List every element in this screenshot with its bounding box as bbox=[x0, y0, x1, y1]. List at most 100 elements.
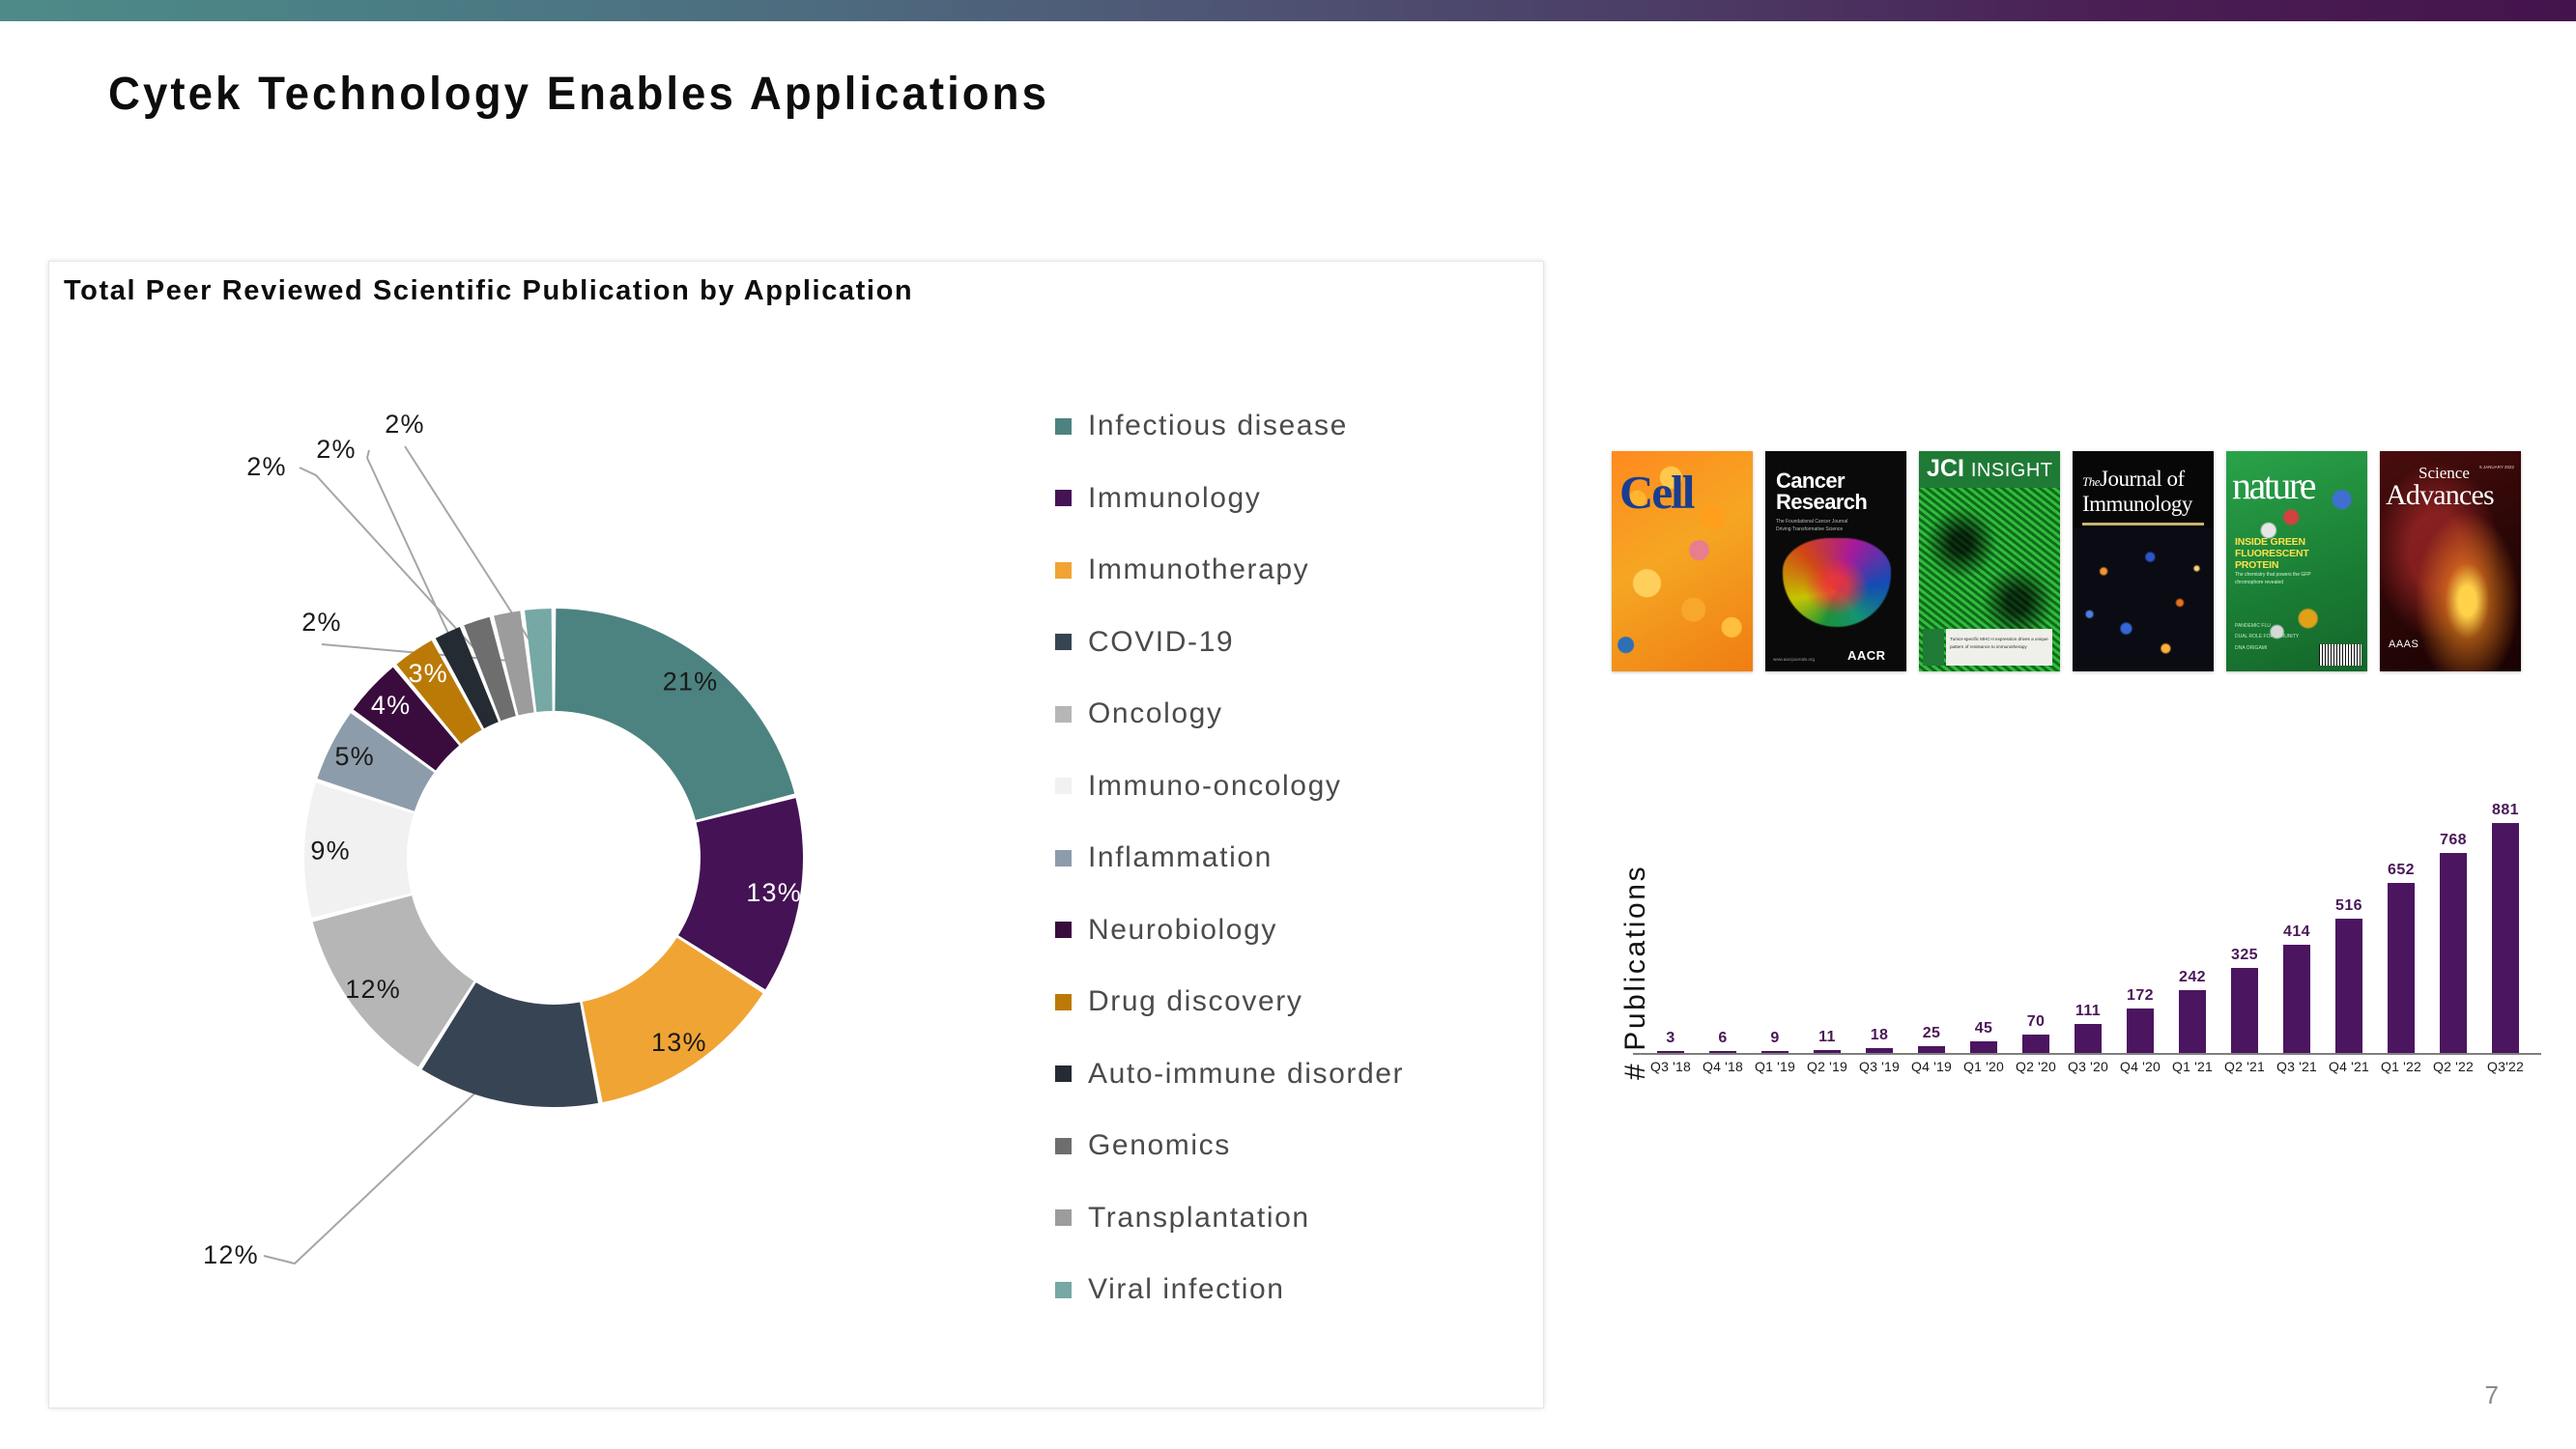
bar-x-tick-label: Q3 '21 bbox=[2275, 1059, 2317, 1074]
bar-column[interactable]: 881 bbox=[2491, 802, 2520, 1053]
legend-item[interactable]: Transplantation bbox=[1055, 1182, 1519, 1255]
bar-x-tick-label: Q4 '18 bbox=[1702, 1059, 1743, 1074]
pie-slice-label: 12% bbox=[203, 1240, 259, 1269]
cover-kicker-sub-nature: The chemistry that powers the GFP chromo… bbox=[2235, 572, 2311, 585]
bar-column[interactable]: 325 bbox=[2230, 947, 2259, 1053]
legend-item[interactable]: Infectious disease bbox=[1055, 390, 1519, 463]
legend-item-label: COVID-19 bbox=[1088, 625, 1235, 658]
bar-column[interactable]: 11 bbox=[1813, 1029, 1842, 1053]
bar-column[interactable]: 45 bbox=[1969, 1019, 1998, 1053]
legend-item[interactable]: Immunology bbox=[1055, 463, 1519, 535]
bar-value-label: 325 bbox=[2231, 947, 2258, 964]
cover-title-jci: JCI INSIGHT bbox=[1927, 457, 2052, 481]
cover-publisher-aacr: AACR bbox=[1847, 648, 1886, 663]
legend-item[interactable]: Genomics bbox=[1055, 1110, 1519, 1182]
legend-item[interactable]: Viral infection bbox=[1055, 1254, 1519, 1326]
bar-rect bbox=[1917, 1046, 1946, 1053]
pie-slice-label: 5% bbox=[334, 742, 374, 771]
legend-item[interactable]: Drug discovery bbox=[1055, 966, 1519, 1038]
legend-item-label: Neurobiology bbox=[1088, 913, 1277, 946]
bar-column[interactable]: 172 bbox=[2126, 987, 2155, 1053]
pie-chart-title: Total Peer Reviewed Scientific Publicati… bbox=[64, 275, 914, 306]
cover-lowlines-nature: PANDEMIC FLU DUAL ROLE FOR IMMUNITY DNA … bbox=[2235, 621, 2299, 655]
legend-item-label: Immunology bbox=[1088, 481, 1262, 514]
bar-column[interactable]: 9 bbox=[1760, 1030, 1789, 1053]
bar-chart-x-axis-ticks: Q3 '18 Q4 '18 Q1 '19 Q2 '19 Q3 '19 Q4 '19 Q1 '… bbox=[1645, 1059, 2532, 1088]
legend-item-label: Drug discovery bbox=[1088, 985, 1303, 1018]
cover-artwork-cancer-research bbox=[1783, 538, 1891, 627]
bar-x-tick-label: Q2 '22 bbox=[2432, 1059, 2474, 1074]
bar-x-tick-label: Q1 '21 bbox=[2171, 1059, 2213, 1074]
bar-x-tick-label: Q4 '21 bbox=[2328, 1059, 2369, 1074]
bar-column[interactable]: 242 bbox=[2178, 969, 2207, 1053]
bar-x-tick-label: Q3 '19 bbox=[1858, 1059, 1900, 1074]
bar-x-tick-label: Q4 '20 bbox=[2119, 1059, 2161, 1074]
pie-slice-label: 3% bbox=[408, 659, 447, 688]
cover-caption-text-jci: Tumor-specific MHC-II expression drives … bbox=[1950, 637, 2048, 649]
bar-column[interactable]: 3 bbox=[1656, 1030, 1685, 1053]
cover-title-science-advances: Science Advances bbox=[2386, 465, 2495, 510]
legend-item[interactable]: Inflammation bbox=[1055, 822, 1519, 895]
legend-swatch-icon bbox=[1055, 778, 1072, 795]
legend-item[interactable]: COVID-19 bbox=[1055, 607, 1519, 679]
bar-column[interactable]: 6 bbox=[1708, 1030, 1737, 1053]
legend-item[interactable]: Auto-immune disorder bbox=[1055, 1038, 1519, 1111]
legend-item[interactable]: Immuno-oncology bbox=[1055, 751, 1519, 823]
legend-swatch-icon bbox=[1055, 1137, 1072, 1154]
bar-value-label: 45 bbox=[1974, 1019, 1993, 1037]
bar-rect bbox=[2387, 882, 2416, 1053]
journal-cover-jci-insight: JCI INSIGHT Tumor-specific MHC-II expres… bbox=[1919, 451, 2060, 671]
cover-kicker-nature: INSIDE GREEN FLUORESCENT PROTEIN bbox=[2235, 536, 2309, 571]
journal-cover-cancer-research: Cancer Research The Foundational Cancer … bbox=[1765, 451, 1906, 671]
bar-column[interactable]: 652 bbox=[2387, 861, 2416, 1053]
bar-chart-x-axis-line bbox=[1633, 1053, 2541, 1055]
bar-value-label: 652 bbox=[2388, 861, 2415, 878]
bar-column[interactable]: 516 bbox=[2334, 897, 2363, 1053]
legend-swatch-icon bbox=[1055, 1281, 1072, 1298]
cover-kicker-line3: PROTEIN bbox=[2235, 559, 2279, 572]
cover-subtitle-cancer-research: The Foundational Cancer Journal Driving … bbox=[1776, 519, 1848, 532]
cover-title-line2: Research bbox=[1776, 490, 1868, 514]
legend-swatch-icon bbox=[1055, 922, 1072, 939]
legend-item[interactable]: Neurobiology bbox=[1055, 895, 1519, 967]
bar-column[interactable]: 70 bbox=[2021, 1013, 2050, 1053]
bar-rect bbox=[2178, 989, 2207, 1053]
bar-x-tick-label: Q1 '19 bbox=[1754, 1059, 1795, 1074]
cover-title-cancer-research: Cancer Research bbox=[1776, 470, 1868, 514]
cover-caption-jci: Tumor-specific MHC-II expression drives … bbox=[1946, 629, 2052, 666]
pie-slice-label: 2% bbox=[385, 410, 424, 439]
bar-column[interactable]: 768 bbox=[2439, 832, 2468, 1053]
legend-item[interactable]: Oncology bbox=[1055, 678, 1519, 751]
cover-date-science-advances: 5 JANUARY 2022 bbox=[2479, 465, 2514, 469]
bar-column[interactable]: 25 bbox=[1917, 1025, 1946, 1053]
bar-value-label: 414 bbox=[2283, 923, 2310, 941]
journal-cover-cell: Cell bbox=[1612, 451, 1753, 671]
bar-column[interactable]: 18 bbox=[1865, 1027, 1894, 1053]
bar-x-tick-label: Q3 '18 bbox=[1649, 1059, 1691, 1074]
legend-item-label: Viral infection bbox=[1088, 1273, 1285, 1306]
journal-cover-nature: nature INSIDE GREEN FLUORESCENT PROTEIN … bbox=[2226, 451, 2367, 671]
legend-item[interactable]: Immunotherapy bbox=[1055, 534, 1519, 607]
pie-slice[interactable] bbox=[555, 609, 795, 820]
bar-column[interactable]: 414 bbox=[2282, 923, 2311, 1053]
cover-lowline-2: DUAL ROLE FOR IMMUNITY bbox=[2235, 634, 2300, 639]
legend-item-label: Immunotherapy bbox=[1088, 554, 1310, 586]
pie-slice-label: 9% bbox=[310, 837, 350, 866]
cover-kicker-line1: INSIDE GREEN bbox=[2235, 536, 2305, 548]
legend-swatch-icon bbox=[1055, 490, 1072, 507]
cover-title-cell: Cell bbox=[1619, 466, 1695, 519]
bar-value-label: 3 bbox=[1666, 1030, 1675, 1046]
cover-url-aacr: www.aacrjournals.org bbox=[1773, 657, 1816, 662]
pie-slice-label: 2% bbox=[316, 435, 356, 464]
cover-title-jimm-line1: Journal of bbox=[2100, 467, 2185, 491]
cover-kicker-line2: FLUORESCENT bbox=[2235, 548, 2309, 560]
bar-value-label: 111 bbox=[2075, 1003, 2102, 1020]
bar-value-label: 881 bbox=[2492, 802, 2519, 818]
bar-rect bbox=[2334, 918, 2363, 1053]
slide-number: 7 bbox=[2484, 1380, 2499, 1409]
bar-x-tick-label: Q2 '20 bbox=[2015, 1059, 2056, 1074]
bar-x-tick-label: Q1 '22 bbox=[2380, 1059, 2421, 1074]
cover-title-jci-main: JCI bbox=[1927, 455, 1964, 482]
bar-column[interactable]: 111 bbox=[2074, 1003, 2103, 1053]
bar-rect bbox=[2021, 1035, 2050, 1053]
